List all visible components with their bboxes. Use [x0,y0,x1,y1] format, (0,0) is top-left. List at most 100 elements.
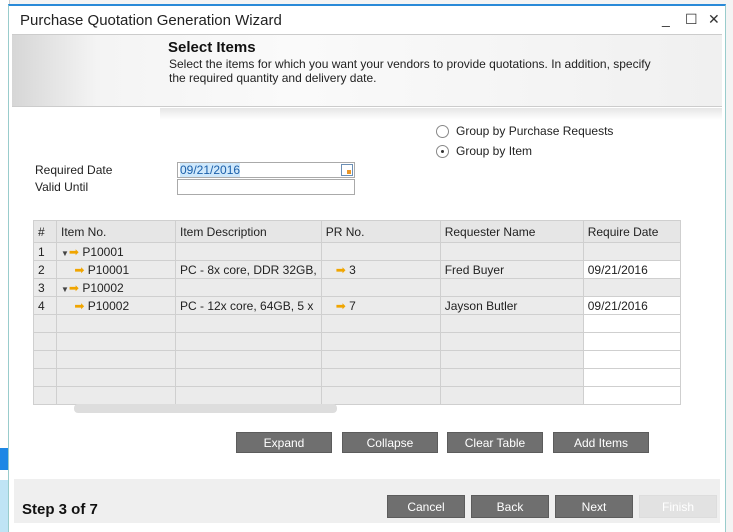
requester-name-cell[interactable]: Fred Buyer [439,260,584,279]
calendar-icon[interactable] [341,164,353,176]
link-arrow-icon[interactable]: ➡ [69,281,79,295]
clear-table-button[interactable]: Clear Table [447,432,543,453]
item-no-cell[interactable]: ▼➡ P10002 [56,278,176,297]
collapse-button[interactable]: Collapse [342,432,438,453]
maximize-button[interactable]: ☐ [685,11,698,28]
item-no-cell[interactable]: ▼➡ P10001 [56,242,176,261]
link-arrow-icon[interactable]: ➡ [69,245,79,259]
empty-cell[interactable] [33,314,57,333]
expand-button[interactable]: Expand [236,432,332,453]
empty-cell[interactable] [320,314,441,333]
column-header[interactable]: Requester Name [439,220,584,243]
empty-cell[interactable] [33,332,57,351]
empty-cell[interactable] [56,386,176,405]
empty-cell[interactable] [439,386,584,405]
empty-cell[interactable] [175,314,322,333]
empty-cell[interactable] [56,368,176,387]
empty-cell[interactable] [33,386,57,405]
empty-cell[interactable] [175,350,322,369]
page-title: Select Items [168,39,256,56]
empty-cell[interactable] [439,368,584,387]
back-button[interactable]: Back [471,495,549,518]
table-row[interactable]: 1 ▼➡ P10001 [33,242,681,261]
empty-row[interactable] [33,314,681,333]
link-arrow-icon[interactable]: ➡ [336,299,346,313]
horizontal-scrollbar[interactable] [74,404,337,413]
require-date-cell[interactable] [582,242,681,261]
column-header[interactable]: PR No. [320,220,441,243]
add-items-button[interactable]: Add Items [553,432,649,453]
column-header[interactable]: # [33,220,57,243]
required-date-label: Required Date [35,163,113,177]
require-date-cell[interactable]: 09/21/2016 [582,296,681,315]
empty-cell[interactable] [175,386,322,405]
require-date-cell[interactable]: 09/21/2016 [582,260,681,279]
column-header[interactable]: Item No. [56,220,176,243]
table-row[interactable]: 4 ➡ P10002 PC - 12x core, 64GB, 5 x ➡ 7 Ja… [33,296,681,315]
empty-cell[interactable] [320,386,441,405]
empty-row[interactable] [33,386,681,405]
empty-row[interactable] [33,368,681,387]
item-description-cell[interactable]: PC - 12x core, 64GB, 5 x [175,296,322,315]
expand-triangle-icon[interactable]: ▼ [61,249,69,258]
table-row[interactable]: 2 ➡ P10001 PC - 8x core, DDR 32GB, ➡ 3 Fre… [33,260,681,279]
pr-no-cell[interactable] [320,242,441,261]
pr-no-cell[interactable]: ➡ 3 [320,260,441,279]
minimize-button[interactable]: _ [662,11,670,27]
empty-cell[interactable] [439,350,584,369]
window-title: Purchase Quotation Generation Wizard [20,12,282,29]
valid-until-label: Valid Until [35,180,89,194]
column-header[interactable]: Require Date [582,220,681,243]
item-description-cell[interactable] [175,278,322,297]
pr-no-cell[interactable]: ➡ 7 [320,296,441,315]
empty-cell[interactable] [582,314,681,333]
requester-name-cell[interactable] [439,278,584,297]
requester-name-cell[interactable] [439,242,584,261]
empty-cell[interactable] [320,350,441,369]
empty-cell[interactable] [175,332,322,351]
radio-checked-icon [436,144,449,158]
row-number: 2 [33,260,57,279]
empty-cell[interactable] [56,332,176,351]
table-row[interactable]: 3 ▼➡ P10002 [33,278,681,297]
column-header[interactable]: Item Description [175,220,322,243]
empty-cell[interactable] [33,350,57,369]
link-arrow-icon[interactable]: ➡ [74,263,84,277]
empty-cell[interactable] [56,350,176,369]
empty-cell[interactable] [33,368,57,387]
items-table: # Item No. Item Description PR No. Requester… [33,220,681,405]
item-no-cell[interactable]: ➡ P10002 [56,296,176,315]
pr-no-cell[interactable] [320,278,441,297]
empty-cell[interactable] [320,332,441,351]
finish-button[interactable]: Finish [639,495,717,518]
step-indicator: Step 3 of 7 [22,501,98,518]
cancel-button[interactable]: Cancel [387,495,465,518]
item-description-cell[interactable]: PC - 8x core, DDR 32GB, [175,260,322,279]
required-date-input[interactable]: 09/21/2016 [177,162,355,178]
close-button[interactable]: ✕ [708,11,720,28]
item-no-cell[interactable]: ➡ P10001 [56,260,176,279]
expand-triangle-icon[interactable]: ▼ [61,285,69,294]
empty-cell[interactable] [582,386,681,405]
empty-row[interactable] [33,332,681,351]
empty-row[interactable] [33,350,681,369]
empty-cell[interactable] [320,368,441,387]
radio-group-by-item[interactable]: Group by Item [436,144,532,158]
empty-cell[interactable] [439,314,584,333]
empty-cell[interactable] [582,350,681,369]
empty-cell[interactable] [175,368,322,387]
empty-cell[interactable] [582,368,681,387]
empty-cell[interactable] [582,332,681,351]
row-number: 3 [33,278,57,297]
next-button[interactable]: Next [555,495,633,518]
page-description: Select the items for which you want your… [169,57,651,85]
empty-cell[interactable] [439,332,584,351]
link-arrow-icon[interactable]: ➡ [336,263,346,277]
radio-group-by-purchase-requests[interactable]: Group by Purchase Requests [436,124,613,138]
empty-cell[interactable] [56,314,176,333]
link-arrow-icon[interactable]: ➡ [74,299,84,313]
valid-until-input[interactable] [177,179,355,195]
item-description-cell[interactable] [175,242,322,261]
requester-name-cell[interactable]: Jayson Butler [439,296,584,315]
require-date-cell[interactable] [582,278,681,297]
